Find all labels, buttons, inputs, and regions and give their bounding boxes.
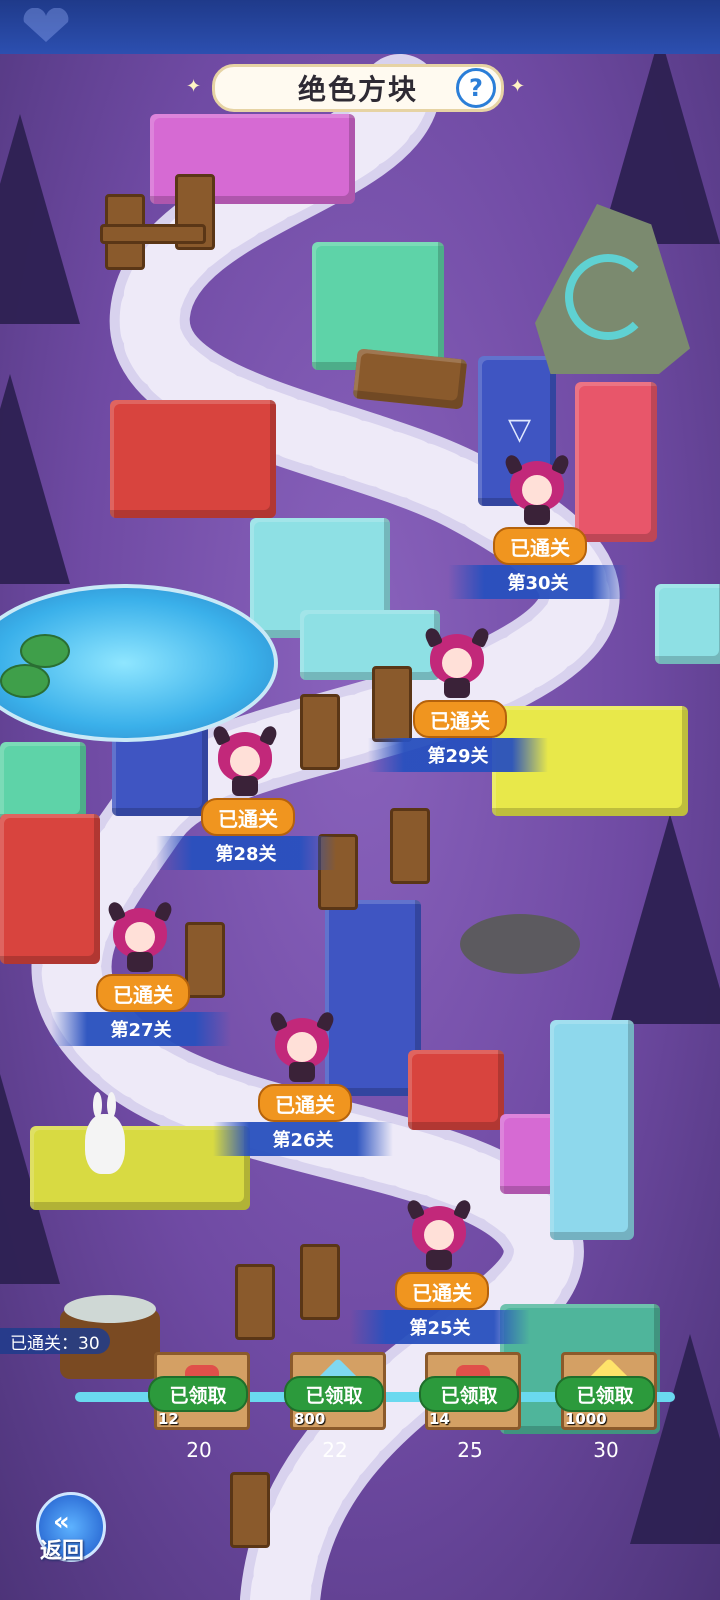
red-block bbox=[408, 1050, 504, 1130]
reward-amount: 12 bbox=[158, 1410, 179, 1428]
reward-amount: 14 bbox=[429, 1410, 450, 1428]
fence-post bbox=[300, 1244, 340, 1320]
red-block bbox=[110, 400, 276, 518]
level-node-29[interactable]: 已通关 第29关 bbox=[368, 625, 548, 778]
cyan-block bbox=[655, 584, 720, 664]
reward-threshold: 30 bbox=[593, 1438, 619, 1462]
back-label[interactable]: 返回 bbox=[40, 1533, 84, 1565]
reward-threshold: 20 bbox=[186, 1438, 212, 1462]
pine-tree bbox=[610, 814, 720, 1024]
passed-count-label: 已通关：30 bbox=[0, 1328, 110, 1354]
claimed-button[interactable]: 已领取 bbox=[419, 1376, 519, 1412]
level-label: 第29关 bbox=[368, 738, 548, 772]
level-label: 第26关 bbox=[213, 1122, 393, 1156]
lily-pad bbox=[20, 634, 70, 668]
claimed-button[interactable]: 已领取 bbox=[284, 1376, 384, 1412]
reward-item[interactable]: 已领取 12 20 bbox=[148, 1352, 250, 1462]
reward-item[interactable]: 已领取 14 25 bbox=[419, 1352, 521, 1462]
question-icon: ? bbox=[469, 74, 483, 102]
level-status-badge: 已通关 bbox=[96, 974, 190, 1012]
sparkle-icon: ✦ bbox=[510, 76, 526, 97]
level-node-26[interactable]: 已通关 第26关 bbox=[213, 1009, 393, 1162]
claimed-button[interactable]: 已领取 bbox=[555, 1376, 655, 1412]
lily-pad bbox=[0, 664, 50, 698]
demon-girl-avatar bbox=[105, 899, 175, 972]
fence-rail bbox=[100, 224, 206, 244]
reward-threshold: 22 bbox=[322, 1438, 348, 1462]
demon-girl-avatar bbox=[502, 452, 572, 525]
level-status-badge: 已通关 bbox=[201, 798, 295, 836]
cyan-block bbox=[550, 1020, 634, 1240]
spiral-rune-icon bbox=[565, 254, 651, 340]
reward-amount: 1000 bbox=[565, 1410, 607, 1428]
demon-girl-avatar bbox=[267, 1009, 337, 1082]
claimed-button[interactable]: 已领取 bbox=[148, 1376, 248, 1412]
sparkle-icon: ✦ bbox=[186, 76, 202, 97]
green-block bbox=[0, 742, 86, 822]
level-status-badge: 已通关 bbox=[395, 1272, 489, 1310]
reward-amount: 800 bbox=[294, 1410, 326, 1428]
campfire bbox=[460, 914, 580, 974]
reward-item[interactable]: 已领取 800 22 bbox=[284, 1352, 386, 1462]
top-bar bbox=[0, 0, 720, 56]
help-button[interactable]: ? bbox=[456, 68, 496, 108]
level-label: 第25关 bbox=[350, 1310, 530, 1344]
level-node-28[interactable]: 已通关 第28关 bbox=[156, 723, 336, 876]
fence-post bbox=[235, 1264, 275, 1340]
level-node-27[interactable]: 已通关 第27关 bbox=[51, 899, 231, 1052]
reward-threshold: 25 bbox=[457, 1438, 483, 1462]
fence-post bbox=[230, 1472, 270, 1548]
demon-girl-avatar bbox=[210, 723, 280, 796]
rabbit bbox=[85, 1092, 125, 1174]
page-title: 绝色方块 bbox=[297, 73, 418, 106]
level-node-30[interactable]: 已通关 第30关 bbox=[448, 452, 628, 605]
heart-icon bbox=[23, 8, 69, 42]
level-label: 第28关 bbox=[156, 836, 336, 870]
current-level-marker-icon: ▽ bbox=[508, 412, 532, 447]
level-status-badge: 已通关 bbox=[258, 1084, 352, 1122]
pine-tree bbox=[0, 374, 70, 584]
level-status-badge: 已通关 bbox=[413, 700, 507, 738]
pine-tree bbox=[0, 114, 80, 324]
level-label: 第27关 bbox=[51, 1012, 231, 1046]
level-label: 第30关 bbox=[448, 565, 628, 599]
level-node-25[interactable]: 已通关 第25关 bbox=[350, 1197, 530, 1350]
fence-post bbox=[390, 808, 430, 884]
reward-item[interactable]: 已领取 1000 30 bbox=[555, 1352, 657, 1462]
level-status-badge: 已通关 bbox=[493, 527, 587, 565]
demon-girl-avatar bbox=[422, 625, 492, 698]
demon-girl-avatar bbox=[404, 1197, 474, 1270]
